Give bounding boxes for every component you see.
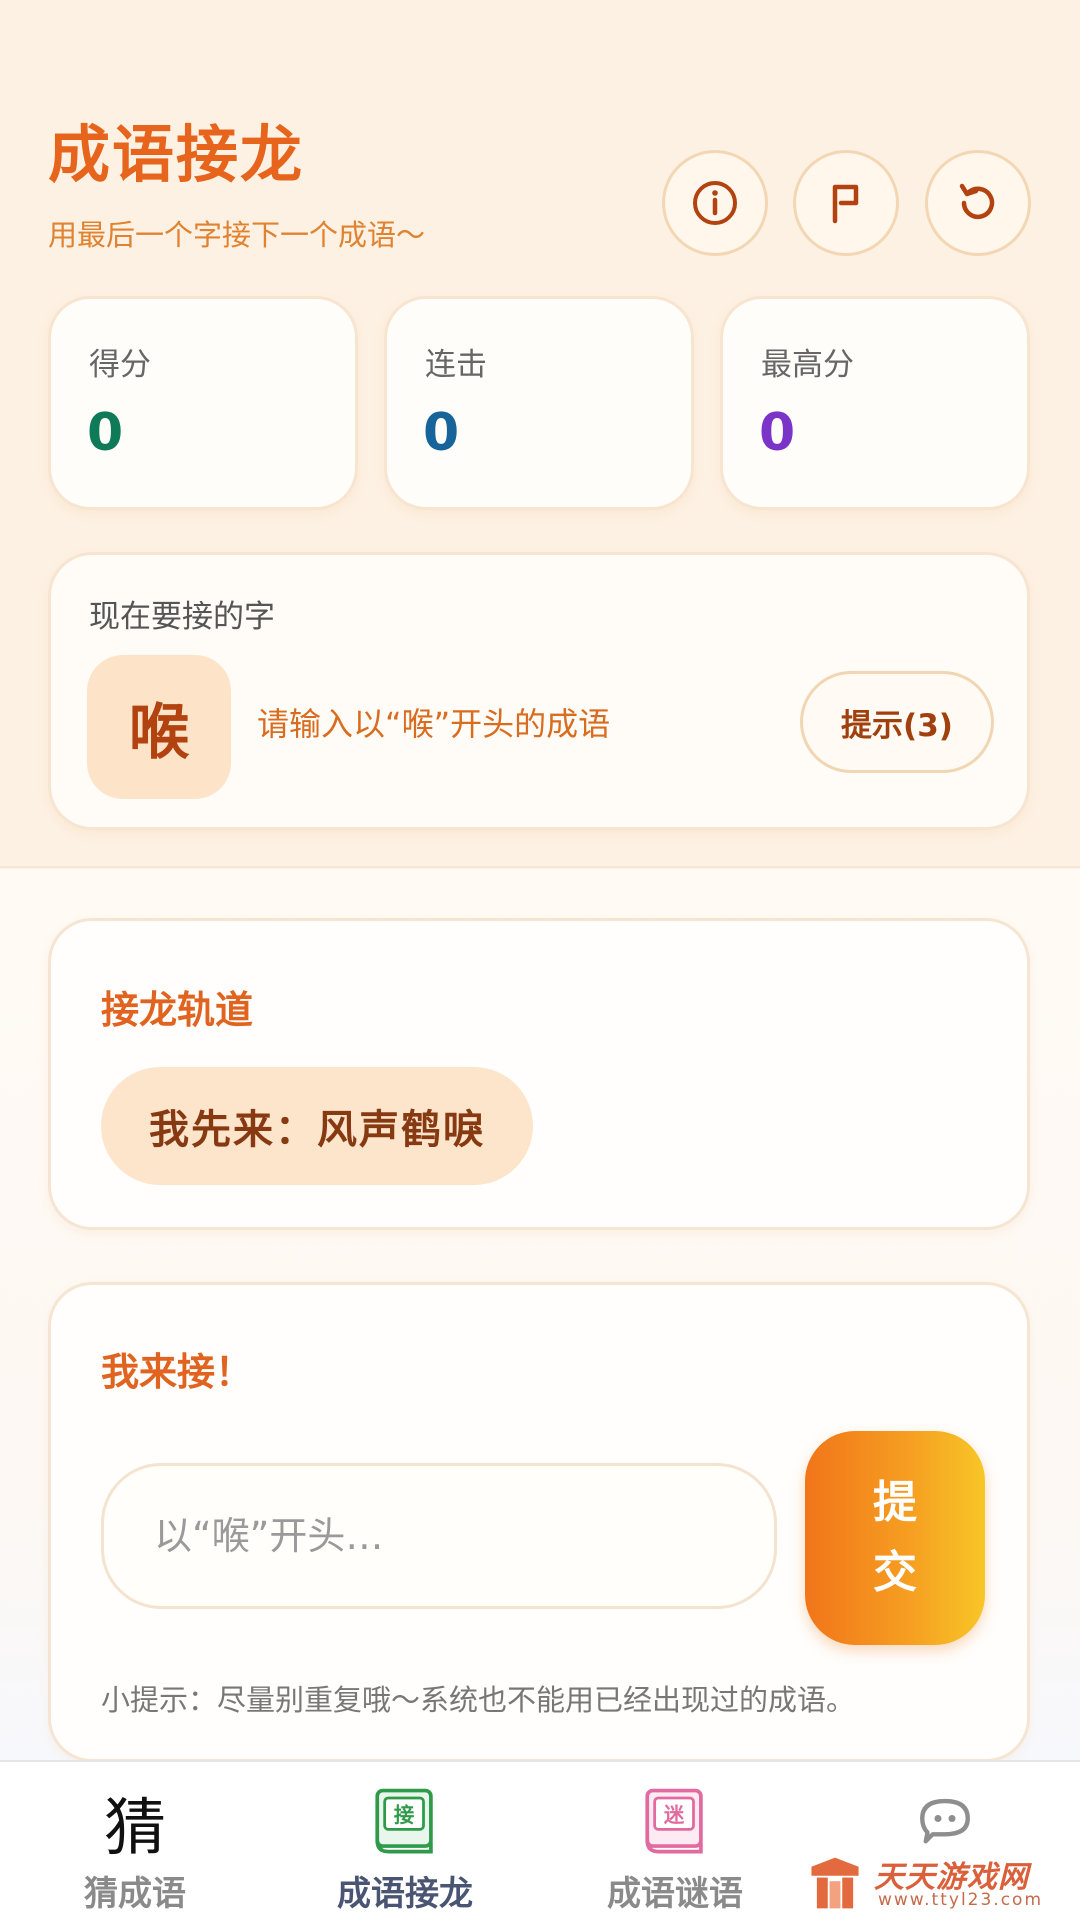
hint-button[interactable]: 提示(3) [800, 671, 994, 773]
chain-item: 我先来：风声鹤唳 [101, 1067, 533, 1185]
score-card: 得分 0 [48, 296, 358, 510]
submit-button[interactable]: 提交 [805, 1431, 985, 1645]
mi-book-icon: 迷 [635, 1782, 715, 1862]
svg-text:接: 接 [394, 1803, 414, 1827]
high-score-label: 最高分 [761, 347, 854, 383]
current-char-card: 现在要接的字 喉 请输入以“喉”开头的成语 提示(3) [48, 552, 1030, 830]
give-up-button[interactable] [793, 150, 899, 256]
svg-text:迷: 迷 [663, 1803, 685, 1827]
high-score-card: 最高分 0 [720, 296, 1030, 510]
info-icon [693, 181, 737, 225]
tab-guess-idiom[interactable]: 猜 猜成语 [0, 1762, 270, 1920]
tab-label: 成语谜语 [607, 1874, 743, 1914]
chat-face-icon [905, 1782, 985, 1862]
current-char: 喉 [87, 655, 231, 799]
answer-title: 我来接！ [101, 1350, 254, 1394]
watermark-url: www.ttyl23.com [878, 1890, 1044, 1910]
prompt-text: 请输入以“喉”开头的成语 [257, 705, 611, 743]
jie-book-icon: 接 [365, 1782, 445, 1862]
watermark-logo-icon [811, 1857, 859, 1909]
current-char-label: 现在要接的字 [89, 599, 275, 635]
combo-card: 连击 0 [384, 296, 694, 510]
score-value: 0 [87, 403, 124, 463]
chain-track-title: 接龙轨道 [101, 988, 254, 1032]
score-label: 得分 [89, 347, 151, 383]
restart-button[interactable] [925, 150, 1031, 256]
combo-label: 连击 [425, 347, 487, 383]
combo-value: 0 [423, 403, 460, 463]
page-title: 成语接龙 [48, 118, 305, 191]
answer-card: 我来接！ 提交 小提示：尽量别重复哦～系统也不能用已经出现过的成语。 [48, 1282, 1030, 1762]
flag-icon [832, 184, 859, 224]
restart-icon [959, 183, 995, 220]
answer-input[interactable] [101, 1463, 777, 1609]
site-watermark: 天天游戏网 www.ttyl23.com [806, 1852, 1076, 1916]
submit-label: 提交 [873, 1477, 917, 1598]
page-subtitle: 用最后一个字接下一个成语～ [48, 218, 426, 252]
cai-char-icon: 猜 [103, 1791, 166, 1864]
info-button[interactable] [662, 150, 768, 256]
tab-label: 成语接龙 [337, 1874, 473, 1914]
chain-track-card: 接龙轨道 我先来：风声鹤唳 [48, 918, 1030, 1230]
tab-idiom-riddle[interactable]: 迷 成语谜语 [540, 1762, 810, 1920]
tab-label: 猜成语 [84, 1874, 186, 1914]
tip-text: 小提示：尽量别重复哦～系统也不能用已经出现过的成语。 [101, 1683, 856, 1717]
tab-idiom-chain[interactable]: 接 成语接龙 [270, 1762, 540, 1920]
high-score-value: 0 [759, 403, 796, 463]
